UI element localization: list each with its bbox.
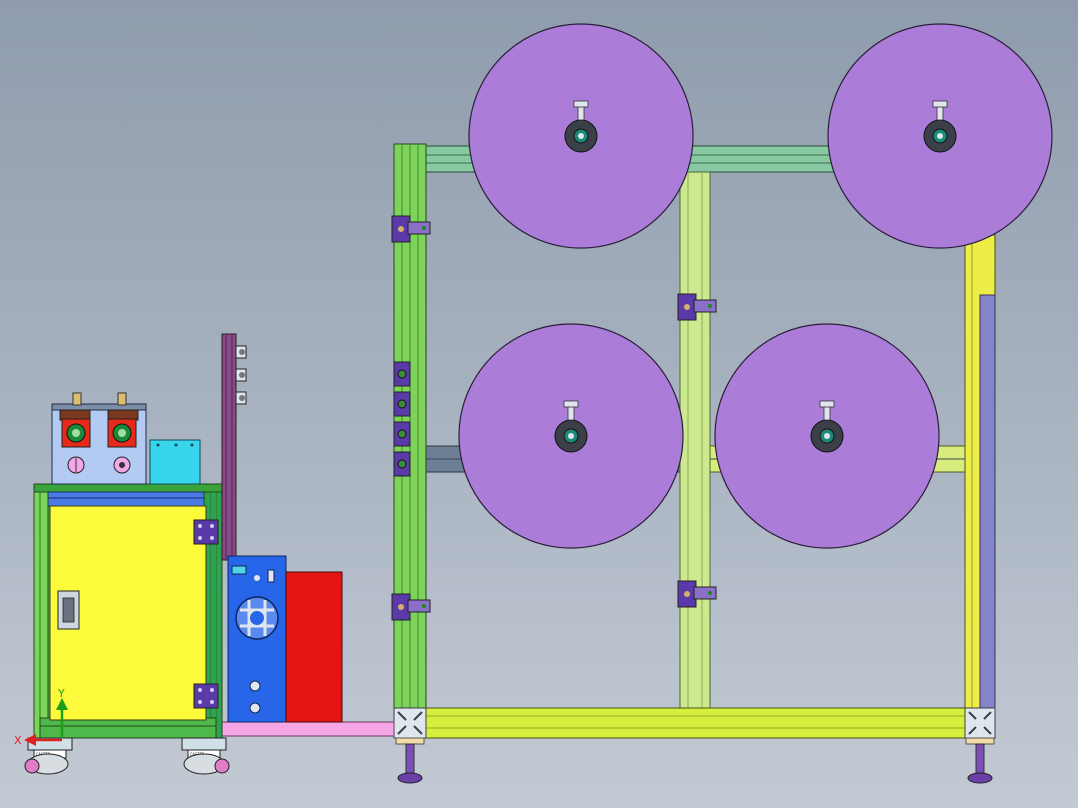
y-axis-label: Y (57, 687, 65, 700)
roll-top-left[interactable] (468, 23, 694, 249)
bottom-crossbeam (419, 707, 973, 739)
centre-upright (679, 171, 711, 713)
left-cabinet: CASTER CASTER (24, 392, 230, 775)
roll-top-right[interactable] (827, 23, 1053, 249)
cad-viewport[interactable]: CASTER CASTER (0, 0, 1078, 808)
red-electrical-box (285, 571, 343, 723)
pink-connecting-rail (217, 721, 395, 737)
leveling-foot-icon (395, 737, 425, 784)
leveling-foot-icon (965, 737, 995, 784)
roll-middle-left[interactable] (458, 323, 684, 549)
roll-middle-right[interactable] (714, 323, 940, 549)
machine-drawing: CASTER CASTER (14, 23, 1053, 784)
door-hinge (193, 519, 219, 545)
cyan-junction-box (149, 439, 201, 485)
vertical-guide-post (221, 333, 247, 561)
control-box (51, 392, 147, 485)
caster-wheel-icon: CASTER (181, 737, 230, 775)
x-axis-label: X (14, 734, 22, 747)
blue-controller (227, 555, 287, 723)
door-hinge (193, 683, 219, 709)
